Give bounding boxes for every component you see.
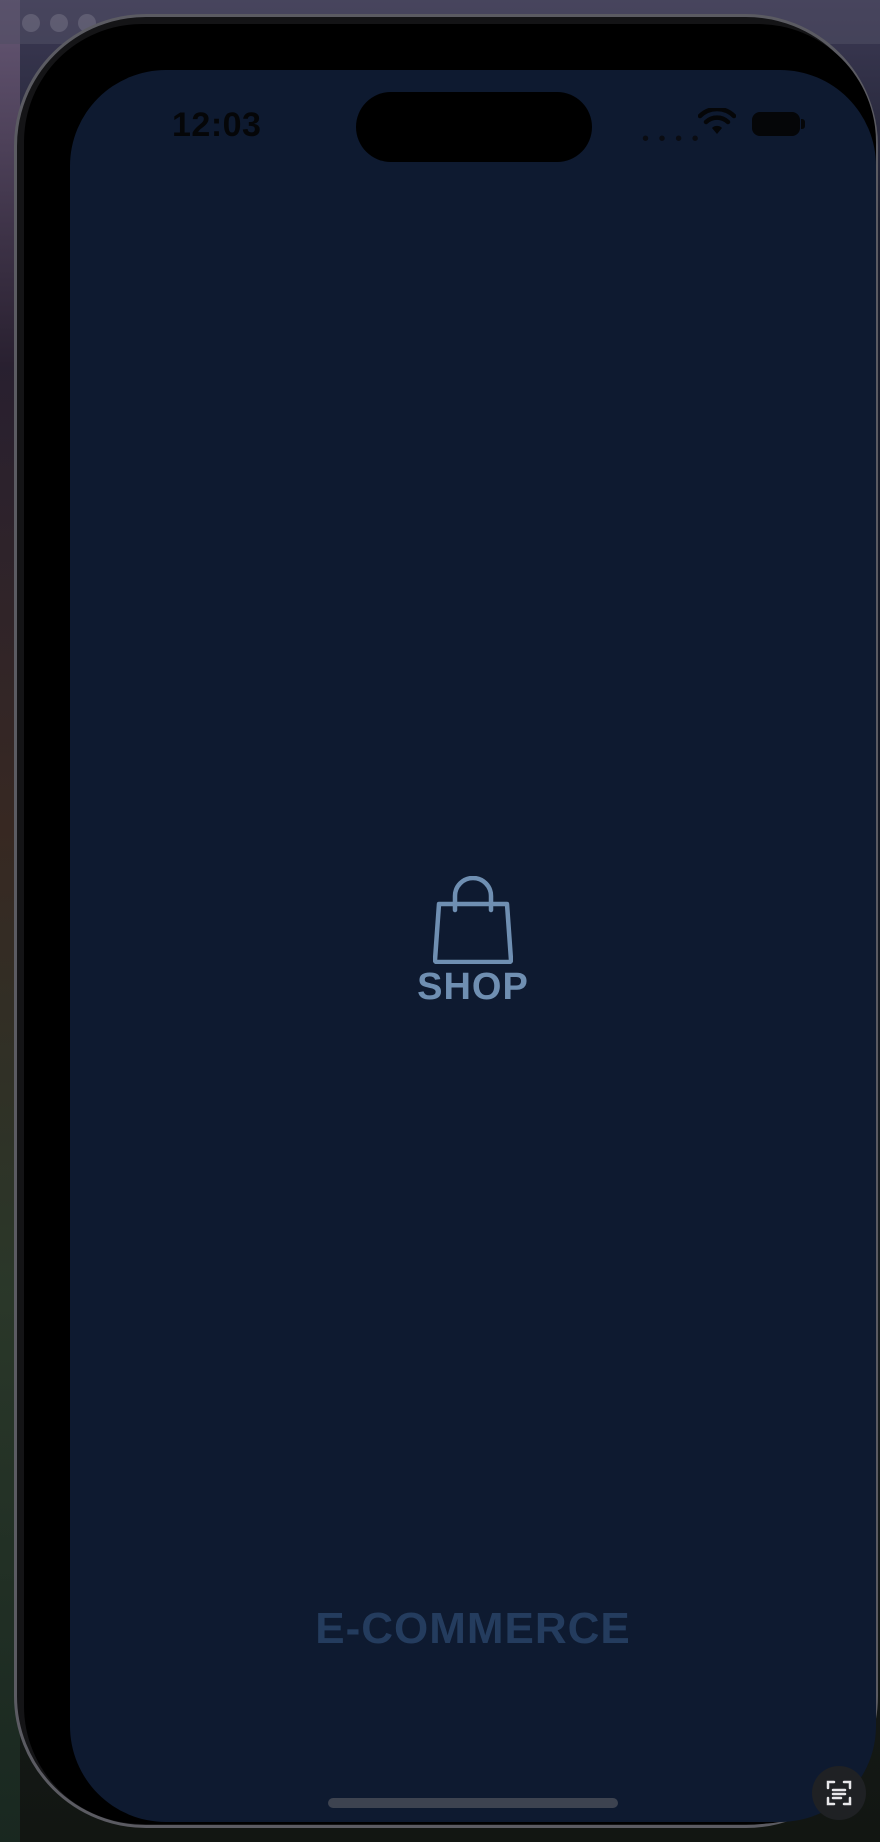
- shop-logo-label: SHOP: [417, 966, 529, 1008]
- faint-background-overlay: [70, 1436, 876, 1556]
- live-text-scan-button[interactable]: [812, 1766, 866, 1820]
- brand-wordmark: E-COMMERCE: [315, 1604, 631, 1653]
- shop-logo: SHOP: [400, 876, 546, 1016]
- cellular-dots-icon: • • • •: [642, 128, 701, 150]
- battery-tip: [801, 119, 805, 129]
- battery-icon: [752, 112, 800, 136]
- phone-bezel: 12:03 • • • • SHOP E-COMMERCE: [24, 24, 876, 1824]
- live-text-scan-icon: [826, 1780, 852, 1806]
- app-screen: 12:03 • • • • SHOP E-COMMERCE: [70, 70, 876, 1822]
- shopping-bag-icon: [433, 876, 513, 964]
- minimize-window-button[interactable]: [50, 14, 68, 32]
- close-window-button[interactable]: [22, 14, 40, 32]
- status-time: 12:03: [172, 106, 262, 144]
- dynamic-island: [356, 92, 592, 162]
- wifi-icon: [698, 108, 736, 134]
- home-indicator[interactable]: [328, 1798, 618, 1808]
